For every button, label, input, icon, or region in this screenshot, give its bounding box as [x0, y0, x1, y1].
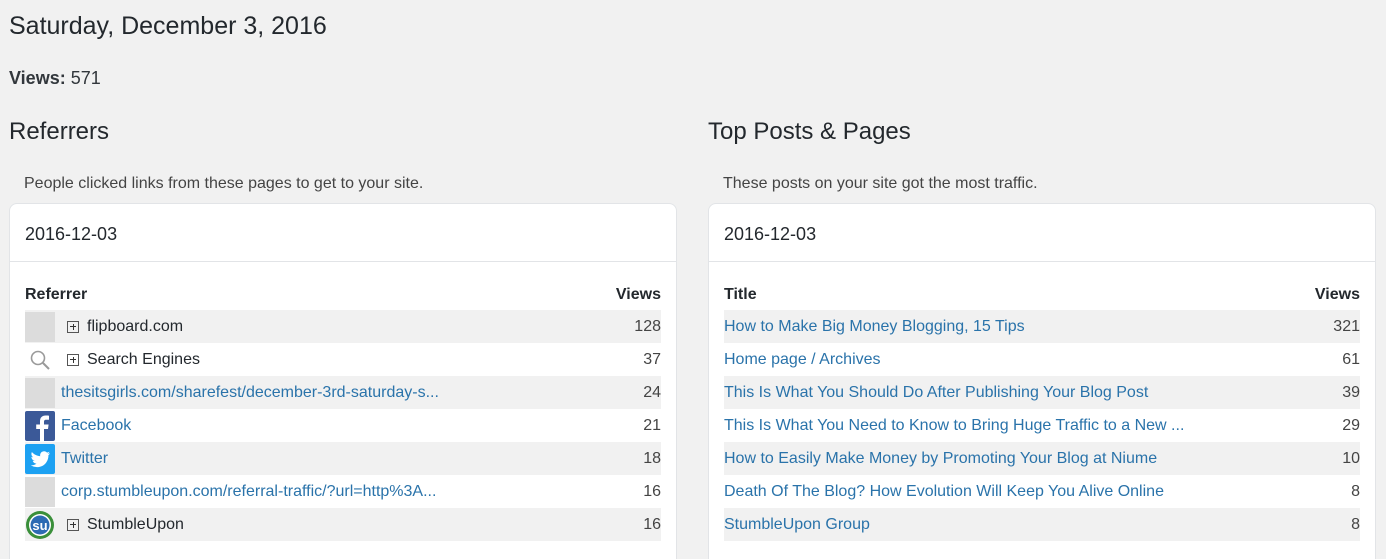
referrer-row: Facebook 21 — [25, 409, 661, 442]
page-title: Saturday, December 3, 2016 — [9, 12, 327, 40]
referrer-views: 24 — [643, 383, 661, 401]
referrer-views: 37 — [643, 350, 661, 368]
post-views: 61 — [1342, 350, 1360, 368]
views-label: Views: — [9, 68, 66, 88]
referrer-row: thesitsgirls.com/sharefest/december-3rd-… — [25, 376, 661, 409]
referrer-views: 128 — [634, 317, 661, 335]
post-link[interactable]: How to Make Big Money Blogging, 15 Tips — [724, 318, 1025, 336]
referrer-label[interactable]: StumbleUpon — [87, 516, 184, 534]
referrers-date: 2016-12-03 — [10, 204, 676, 262]
blank-icon — [25, 377, 55, 408]
post-row: Death Of The Blog? How Evolution Will Ke… — [724, 475, 1360, 508]
post-link[interactable]: Death Of The Blog? How Evolution Will Ke… — [724, 483, 1164, 501]
col-referrer: Referrer — [25, 285, 88, 303]
top-posts-date: 2016-12-03 — [709, 204, 1375, 262]
post-link[interactable]: How to Easily Make Money by Promoting Yo… — [724, 450, 1157, 468]
post-views: 8 — [1351, 515, 1360, 533]
referrers-panel: Referrers People clicked links from thes… — [9, 118, 677, 559]
referrer-label[interactable]: flipboard.com — [87, 318, 183, 336]
views-value: 571 — [70, 68, 101, 88]
post-views: 39 — [1342, 383, 1360, 401]
blank-icon — [25, 476, 55, 507]
stumbleupon-icon: su — [25, 510, 55, 540]
referrer-row: corp.stumbleupon.com/referral-traffic/?u… — [25, 475, 661, 508]
search-icon — [25, 345, 55, 375]
referrer-link[interactable]: thesitsgirls.com/sharefest/december-3rd-… — [61, 384, 439, 402]
twitter-icon — [25, 443, 55, 474]
referrer-link[interactable]: corp.stumbleupon.com/referral-traffic/?u… — [61, 483, 436, 501]
col-title: Title — [724, 285, 757, 303]
referrer-views: 21 — [643, 416, 661, 434]
post-views: 321 — [1333, 317, 1360, 335]
blank-icon — [25, 311, 55, 342]
col-views: Views — [1314, 285, 1360, 303]
post-row: StumbleUpon Group 8 — [724, 508, 1360, 541]
referrer-views: 18 — [643, 449, 661, 467]
post-link[interactable]: StumbleUpon Group — [724, 516, 870, 534]
referrers-card: 2016-12-03 Referrer Views flipboard.com 1… — [9, 203, 677, 559]
post-link[interactable]: This Is What You Need to Know to Bring H… — [724, 417, 1184, 435]
post-views: 10 — [1342, 449, 1360, 467]
post-row: How to Easily Make Money by Promoting Yo… — [724, 442, 1360, 475]
post-row: Home page / Archives 61 — [724, 343, 1360, 376]
referrer-link[interactable]: Twitter — [61, 450, 108, 468]
post-row: This Is What You Need to Know to Bring H… — [724, 409, 1360, 442]
top-posts-card: 2016-12-03 Title Views How to Make Big M… — [708, 203, 1376, 559]
svg-text:su: su — [32, 518, 47, 533]
referrer-views: 16 — [643, 515, 661, 533]
post-row: This Is What You Should Do After Publish… — [724, 376, 1360, 409]
top-posts-table-header: Title Views — [724, 279, 1360, 310]
expand-icon[interactable] — [67, 353, 79, 366]
top-posts-panel: Top Posts & Pages These posts on your si… — [708, 118, 1376, 559]
referrer-row: flipboard.com 128 — [25, 310, 661, 343]
total-views: Views: 571 — [9, 68, 101, 89]
referrers-table-header: Referrer Views — [25, 279, 661, 310]
referrer-link[interactable]: Facebook — [61, 417, 131, 435]
post-row: How to Make Big Money Blogging, 15 Tips 3… — [724, 310, 1360, 343]
post-link[interactable]: This Is What You Should Do After Publish… — [724, 384, 1148, 402]
post-views: 29 — [1342, 416, 1360, 434]
referrer-row: su StumbleUpon 16 — [25, 508, 661, 541]
top-posts-description: These posts on your site got the most tr… — [723, 175, 1038, 192]
facebook-icon — [25, 410, 55, 441]
referrer-label[interactable]: Search Engines — [87, 351, 200, 369]
referrer-views: 16 — [643, 482, 661, 500]
post-link[interactable]: Home page / Archives — [724, 351, 881, 369]
referrers-description: People clicked links from these pages to… — [24, 175, 424, 192]
col-views: Views — [615, 285, 661, 303]
referrers-title: Referrers — [9, 118, 110, 145]
expand-icon[interactable] — [67, 320, 79, 333]
referrer-row: Twitter 18 — [25, 442, 661, 475]
top-posts-title: Top Posts & Pages — [708, 118, 911, 145]
referrer-row: Search Engines 37 — [25, 343, 661, 376]
expand-icon[interactable] — [67, 518, 79, 531]
post-views: 8 — [1351, 482, 1360, 500]
